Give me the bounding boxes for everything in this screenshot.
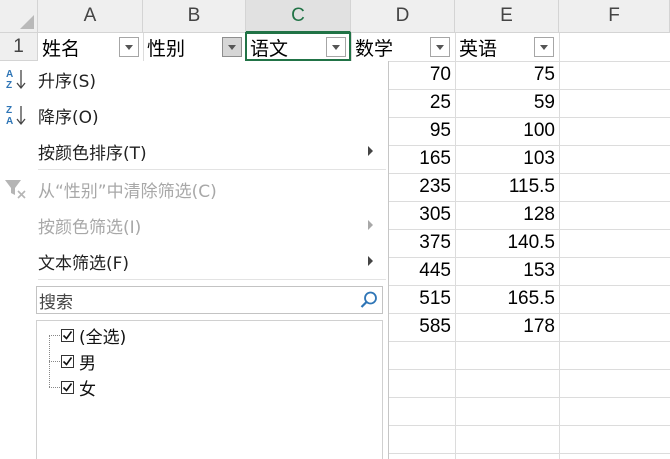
cell[interactable]: 178 bbox=[455, 313, 555, 341]
cell[interactable]: 165.5 bbox=[455, 285, 555, 313]
filter-dropdown-button[interactable] bbox=[534, 37, 554, 57]
list-item-male[interactable]: 男 bbox=[61, 348, 96, 374]
header-cell-text: 姓名 bbox=[42, 37, 81, 60]
search-placeholder: 搜索 bbox=[39, 292, 73, 313]
list-item-label: 男 bbox=[79, 353, 96, 374]
filter-dropdown-button-active[interactable] bbox=[222, 37, 242, 57]
cell[interactable]: 128 bbox=[455, 201, 555, 229]
cell[interactable]: 115.5 bbox=[455, 173, 555, 201]
menu-item-clear-filter[interactable]: 从“性别”中清除筛选(C) bbox=[0, 171, 388, 207]
column-header-f[interactable]: F bbox=[559, 0, 670, 33]
svg-text:Z: Z bbox=[6, 105, 12, 116]
list-item-label: 女 bbox=[79, 379, 96, 400]
cell[interactable]: 59 bbox=[455, 89, 555, 117]
column-header-a[interactable]: A bbox=[38, 0, 143, 33]
header-cell-math[interactable]: 数学 bbox=[351, 33, 455, 61]
checkmark-icon bbox=[62, 330, 73, 340]
svg-text:Z: Z bbox=[6, 80, 12, 91]
checkbox-checked[interactable] bbox=[61, 328, 74, 342]
submenu-arrow-icon bbox=[368, 146, 373, 156]
grid-line bbox=[559, 33, 560, 459]
submenu-arrow-icon bbox=[368, 256, 373, 266]
menu-item-label: 按颜色筛选(I) bbox=[38, 217, 142, 238]
list-item-label: (全选) bbox=[79, 327, 127, 348]
sort-ascending-icon: A Z bbox=[6, 69, 26, 91]
header-cell-text: 数学 bbox=[355, 37, 394, 60]
tree-line bbox=[49, 335, 60, 336]
checkbox-checked[interactable] bbox=[61, 354, 74, 368]
active-cell-border bbox=[245, 32, 351, 61]
cell[interactable]: 153 bbox=[455, 257, 555, 285]
menu-item-label: 按颜色排序(T) bbox=[38, 143, 147, 164]
search-input[interactable]: 搜索 bbox=[36, 286, 383, 314]
cell[interactable]: 140.5 bbox=[455, 229, 555, 257]
filter-dropdown-button[interactable] bbox=[119, 37, 139, 57]
chevron-down-icon bbox=[540, 44, 548, 50]
svg-text:A: A bbox=[6, 116, 13, 127]
column-header-d[interactable]: D bbox=[351, 0, 455, 33]
header-cell-text: 英语 bbox=[459, 37, 498, 60]
menu-item-label: 从“性别”中清除筛选(C) bbox=[38, 181, 217, 202]
column-e-values: 75 59 100 103 115.5 128 140.5 153 165.5 … bbox=[455, 61, 555, 341]
cell[interactable]: 75 bbox=[455, 61, 555, 89]
checkmark-icon bbox=[62, 356, 73, 366]
menu-item-sort-descending[interactable]: Z A 降序(O) bbox=[0, 97, 388, 133]
row-header-1[interactable]: 1 bbox=[0, 33, 38, 61]
clear-filter-icon bbox=[5, 180, 26, 199]
tree-line bbox=[49, 387, 60, 388]
checkbox-checked[interactable] bbox=[61, 380, 74, 394]
menu-item-filter-by-color[interactable]: 按颜色筛选(I) bbox=[0, 207, 388, 243]
menu-item-label: 文本筛选(F) bbox=[38, 253, 130, 274]
header-cell-name[interactable]: 姓名 bbox=[38, 33, 143, 61]
menu-item-sort-ascending[interactable]: A Z 升序(S) bbox=[0, 61, 388, 97]
list-item-select-all[interactable]: (全选) bbox=[61, 322, 126, 348]
search-icon[interactable] bbox=[359, 290, 379, 310]
submenu-arrow-icon bbox=[368, 220, 373, 230]
cell[interactable]: 103 bbox=[455, 145, 555, 173]
column-header-c[interactable]: C bbox=[246, 0, 351, 33]
column-header-e[interactable]: E bbox=[455, 0, 559, 33]
chevron-down-icon bbox=[228, 44, 236, 50]
column-header-b[interactable]: B bbox=[143, 0, 246, 33]
menu-item-sort-by-color[interactable]: 按颜色排序(T) bbox=[0, 133, 388, 169]
tree-line bbox=[49, 361, 60, 362]
select-all-corner[interactable] bbox=[0, 0, 38, 33]
menu-separator bbox=[38, 279, 386, 280]
cell[interactable]: 100 bbox=[455, 117, 555, 145]
filter-dropdown-button[interactable] bbox=[430, 37, 450, 57]
filter-value-list: (全选) 男 女 bbox=[36, 320, 383, 459]
chevron-down-icon bbox=[125, 44, 133, 50]
sort-descending-icon: Z A bbox=[6, 105, 26, 127]
svg-text:A: A bbox=[6, 69, 13, 80]
checkmark-icon bbox=[62, 382, 73, 392]
menu-item-text-filters[interactable]: 文本筛选(F) bbox=[0, 243, 388, 279]
header-cell-text: 性别 bbox=[147, 37, 186, 60]
header-cell-english[interactable]: 英语 bbox=[455, 33, 559, 61]
menu-item-label: 降序(O) bbox=[38, 107, 99, 128]
menu-separator bbox=[38, 169, 386, 170]
select-all-triangle bbox=[20, 15, 34, 29]
chevron-down-icon bbox=[436, 44, 444, 50]
menu-item-label: 升序(S) bbox=[38, 71, 97, 92]
header-cell-gender[interactable]: 性别 bbox=[143, 33, 246, 61]
list-item-female[interactable]: 女 bbox=[61, 374, 96, 400]
